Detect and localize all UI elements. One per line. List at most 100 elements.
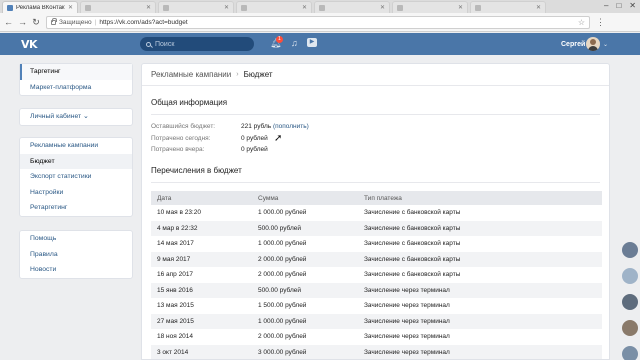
friend-avatar[interactable] bbox=[622, 294, 638, 310]
cell-date: 13 мая 2015 bbox=[157, 302, 194, 310]
favicon-icon bbox=[397, 4, 403, 11]
sidebar-item-retargeting[interactable]: Ретаргетинг bbox=[20, 200, 132, 216]
back-arrow-icon[interactable]: ← bbox=[4, 17, 13, 27]
search-input[interactable] bbox=[155, 40, 245, 48]
topup-link[interactable]: (пополнить) bbox=[273, 123, 309, 130]
minimize-icon[interactable]: – bbox=[604, 1, 608, 10]
sidebar-item-personal-cabinet[interactable]: Личный кабинет ⌄ bbox=[20, 109, 132, 125]
table-row: 4 мар в 22:32 500.00 рублей Зачисление с б… bbox=[151, 220, 602, 236]
balance-row: Оставшийся бюджет: 221 рубль (пополнить) bbox=[151, 123, 309, 130]
cell-amount: 500.00 рублей bbox=[258, 286, 302, 294]
spent-today-value: 0 рублей bbox=[241, 135, 268, 142]
favicon-icon bbox=[241, 4, 247, 11]
close-icon[interactable]: ✕ bbox=[146, 4, 151, 11]
spent-today-label: Потрачено сегодня: bbox=[151, 135, 211, 142]
notification-badge: 1 bbox=[276, 36, 283, 43]
close-icon[interactable]: ✕ bbox=[536, 4, 541, 11]
browser-menu-icon[interactable]: ⋮ bbox=[596, 17, 605, 28]
page-title: Бюджет bbox=[243, 70, 273, 79]
table-row: 15 янв 2016 500.00 рублей Зачисление через… bbox=[151, 282, 602, 298]
browser-tab[interactable]: ✕ bbox=[392, 1, 468, 13]
sidebar-item-market-platform[interactable]: Маркет-платформа bbox=[20, 80, 132, 96]
sidebar-item-export[interactable]: Экспорт статистики bbox=[20, 169, 132, 185]
browser-tab[interactable]: ✕ bbox=[236, 1, 312, 13]
url-separator: | bbox=[94, 18, 97, 26]
cell-payment-type: Зачисление через терминал bbox=[364, 348, 450, 356]
spent-yesterday-value: 0 рублей bbox=[241, 146, 268, 153]
maximize-icon[interactable]: □ bbox=[616, 1, 621, 10]
transfers-table: Дата Сумма Тип платежа 10 мая в 23:20 1 0… bbox=[151, 191, 602, 359]
cell-amount: 1 500.00 рублей bbox=[258, 302, 307, 310]
close-icon[interactable]: ✕ bbox=[224, 4, 229, 11]
column-header-date[interactable]: Дата bbox=[151, 195, 252, 202]
browser-tab[interactable]: ✕ bbox=[80, 1, 156, 13]
browser-tab[interactable]: ✕ bbox=[470, 1, 546, 13]
address-bar: ← → ↻ Защищено | https://vk.com/ads?act=… bbox=[0, 13, 640, 32]
url-field[interactable]: Защищено | https://vk.com/ads?act=budget… bbox=[46, 15, 590, 29]
vk-logo[interactable]: VK bbox=[21, 38, 38, 51]
chevron-down-icon[interactable]: ⌄ bbox=[603, 41, 608, 48]
user-name[interactable]: Сергей bbox=[561, 41, 585, 48]
cell-amount: 500.00 рублей bbox=[258, 224, 302, 232]
sidebar-item-settings[interactable]: Настройки bbox=[20, 185, 132, 201]
sidebar-item-rules[interactable]: Правила bbox=[20, 247, 132, 263]
friend-avatar[interactable] bbox=[622, 268, 638, 284]
avatar[interactable] bbox=[586, 37, 600, 51]
column-header-amount[interactable]: Сумма bbox=[252, 195, 358, 202]
column-header-type[interactable]: Тип платежа bbox=[358, 195, 602, 202]
chevron-right-icon: › bbox=[236, 71, 239, 78]
cell-amount: 2 000.00 рублей bbox=[258, 333, 307, 341]
table-header: Дата Сумма Тип платежа bbox=[151, 191, 602, 205]
friend-avatar[interactable] bbox=[622, 346, 638, 360]
table-body: 10 мая в 23:20 1 000.00 рублей Зачисление … bbox=[151, 205, 602, 359]
tab-title: Реклама ВКонтакте bbox=[16, 4, 65, 11]
balance-label: Оставшийся бюджет: bbox=[151, 123, 216, 130]
friend-avatar[interactable] bbox=[622, 320, 638, 336]
close-window-icon[interactable]: ✕ bbox=[629, 1, 636, 10]
breadcrumb-campaigns[interactable]: Рекламные кампании bbox=[151, 70, 231, 79]
cell-date: 16 апр 2017 bbox=[157, 271, 194, 279]
reload-icon[interactable]: ↻ bbox=[32, 17, 40, 28]
sidebar-item-campaigns[interactable]: Рекламные кампании bbox=[20, 138, 132, 154]
music-icon[interactable]: ♫ bbox=[291, 38, 298, 48]
close-icon[interactable]: ✕ bbox=[458, 4, 463, 11]
sidebar-menu-ads: Таргетинг Маркет-платформа bbox=[19, 63, 133, 96]
cell-date: 27 мая 2015 bbox=[157, 317, 194, 325]
video-play-icon[interactable]: ▶ bbox=[307, 38, 317, 47]
general-info-title: Общая информация bbox=[151, 98, 228, 107]
cell-payment-type: Зачисление с банковской карты bbox=[364, 271, 461, 279]
favicon-icon bbox=[85, 4, 91, 11]
sidebar-item-targeting[interactable]: Таргетинг bbox=[20, 64, 132, 80]
close-icon[interactable]: ✕ bbox=[302, 4, 307, 11]
search-box[interactable] bbox=[140, 37, 254, 51]
table-row: 13 мая 2015 1 500.00 рублей Зачисление чер… bbox=[151, 298, 602, 314]
cell-date: 3 окт 2014 bbox=[157, 348, 189, 356]
mouse-cursor-icon: ➚ bbox=[274, 133, 283, 144]
divider bbox=[151, 114, 600, 115]
friend-avatar[interactable] bbox=[622, 242, 638, 258]
close-icon[interactable]: ✕ bbox=[380, 4, 385, 11]
table-row: 16 апр 2017 2 000.00 рублей Зачисление с б… bbox=[151, 267, 602, 283]
sidebar-item-help[interactable]: Помощь bbox=[20, 231, 132, 247]
url-text[interactable]: https://vk.com/ads?act=budget bbox=[99, 19, 187, 26]
cell-payment-type: Зачисление через терминал bbox=[364, 286, 450, 294]
transfers-title: Перечисления в бюджет bbox=[151, 166, 242, 175]
cell-amount: 1 000.00 рублей bbox=[258, 209, 307, 217]
cell-date: 9 мая 2017 bbox=[157, 255, 191, 263]
browser-tab-bar: Реклама ВКонтакте ✕ ✕ ✕ ✕ ✕ ✕ ✕ – □ ✕ bbox=[0, 0, 640, 13]
spent-yesterday-label: Потрачено вчера: bbox=[151, 146, 205, 153]
bookmark-star-icon[interactable]: ☆ bbox=[578, 18, 585, 27]
cell-payment-type: Зачисление через терминал bbox=[364, 333, 450, 341]
cell-date: 14 мая 2017 bbox=[157, 240, 194, 248]
cell-payment-type: Зачисление с банковской карты bbox=[364, 209, 461, 217]
sidebar-item-news[interactable]: Новости bbox=[20, 262, 132, 278]
cell-date: 10 мая в 23:20 bbox=[157, 209, 201, 217]
browser-tab[interactable]: ✕ bbox=[314, 1, 390, 13]
sidebar-item-budget[interactable]: Бюджет bbox=[20, 153, 132, 169]
table-row: 18 ноя 2014 2 000.00 рублей Зачисление чер… bbox=[151, 329, 602, 345]
close-icon[interactable]: ✕ bbox=[68, 4, 73, 11]
table-row: 14 мая 2017 1 000.00 рублей Зачисление с б… bbox=[151, 236, 602, 252]
browser-tab[interactable]: ✕ bbox=[158, 1, 234, 13]
forward-arrow-icon[interactable]: → bbox=[18, 17, 27, 27]
browser-tab-active[interactable]: Реклама ВКонтакте ✕ bbox=[2, 1, 78, 13]
